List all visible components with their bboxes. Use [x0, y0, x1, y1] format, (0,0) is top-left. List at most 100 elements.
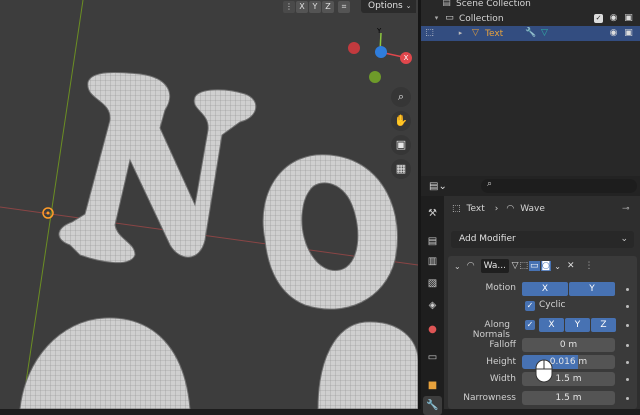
chevron-down-icon: ⌄ [620, 234, 628, 244]
narrowness-label: Narrowness [463, 393, 516, 403]
expand-down-icon[interactable]: ▾ [431, 13, 442, 24]
mirror-icon[interactable]: ⋮ [283, 1, 295, 13]
axis-z-toggle[interactable]: Z [322, 1, 334, 13]
text-object-icon: ⬚ [452, 204, 461, 214]
chevron-right-icon: › [494, 204, 499, 214]
pin-icon[interactable]: ⊸ [622, 204, 630, 214]
mesh-letter-partial-2 [317, 321, 418, 409]
render-tab-icon[interactable]: ▤ [423, 232, 442, 251]
axis-x-toggle[interactable]: X [296, 1, 308, 13]
wrench-icon: 🔧 [525, 28, 537, 38]
height-label: Height [486, 357, 516, 367]
gizmo-y-label[interactable]: Y [377, 27, 381, 35]
camera-icon[interactable]: ▣ [391, 135, 411, 155]
mesh-letter-n [58, 71, 257, 264]
animate-property-icon[interactable] [626, 361, 629, 364]
modifier-tab-icon[interactable]: 🔧 [423, 396, 442, 415]
text-object-label: Text [485, 28, 504, 39]
collection-icon: ▭ [445, 13, 454, 23]
camera-render-icon[interactable]: ▣ [623, 28, 634, 39]
modifier-name-field[interactable]: Wa... [480, 259, 509, 273]
falloff-field[interactable]: 0 m [522, 338, 615, 352]
mesh-letter-o [262, 154, 398, 310]
properties-tabs: ⚒ ▤ ▥ ▧ ◈ ● ▭ ■ 🔧 [421, 196, 444, 415]
add-modifier-dropdown[interactable]: Add Modifier ⌄ [451, 231, 634, 248]
along-normals-checkbox[interactable]: ✓ [525, 320, 535, 330]
outliner-text-object[interactable]: ⬚ ▸ ▽ Text 🔧 ▽ ◉ ▣ [421, 26, 640, 41]
expand-right-icon[interactable]: ▸ [455, 28, 466, 39]
animate-property-icon[interactable] [626, 344, 629, 347]
along-normals-label: Along Normals [472, 320, 510, 340]
viewport-scene [0, 0, 418, 409]
checkbox-icon[interactable]: ✓ [594, 14, 603, 23]
tool-tab-icon[interactable]: ⚒ [423, 204, 442, 223]
text-data-icon: ▽ [541, 28, 548, 38]
close-icon[interactable]: ✕ [567, 261, 575, 271]
mouse-cursor-icon [535, 359, 553, 383]
outliner-collection[interactable]: ▾ ▭ Collection ✓ ◉ ▣ [421, 11, 640, 26]
wave-icon: ◠ [506, 204, 515, 214]
object-tab-icon[interactable]: ■ [423, 376, 442, 395]
3d-viewport[interactable]: ⋮ X Y Z ⌗ Options ⌄ Y X ⌕ ✋ ▣ ▦ [0, 0, 418, 409]
options-dropdown[interactable]: Options ⌄ [361, 0, 416, 13]
motion-x-toggle[interactable]: X [522, 282, 568, 296]
wave-modifier-panel: ⌄ ◠ Wa... ▽ ⬚ ▭ ◙ ⌄ ✕ ⋮ Motion X Y ✓ Cyc… [448, 256, 637, 409]
animate-property-icon[interactable] [626, 288, 629, 291]
wave-icon: ◠ [466, 261, 475, 271]
falloff-label: Falloff [489, 340, 516, 350]
eye-icon[interactable]: ◉ [608, 13, 619, 24]
view-layer-tab-icon[interactable]: ▧ [423, 274, 442, 293]
scene-collection-icon: ▤ [442, 0, 451, 8]
outliner: ▤ Scene Collection ▾ ▭ Collection ✓ ◉ ▣ … [421, 0, 640, 176]
properties-header: ▤⌄ ⌕ [421, 176, 640, 196]
gizmo-x-label[interactable]: X [400, 52, 412, 64]
select-icon[interactable]: ⬚ [424, 28, 435, 39]
width-label: Width [489, 374, 516, 384]
modifier-menu-icon[interactable]: ⌄ [554, 262, 561, 271]
text-object-icon: ▽ [472, 28, 479, 38]
scene-collection-label: Scene Collection [456, 0, 531, 9]
normals-x-toggle[interactable]: X [539, 318, 564, 332]
collection-tab-icon[interactable]: ▭ [423, 348, 442, 367]
search-icon: ⌕ [487, 179, 493, 189]
cyclic-label: Cyclic [539, 300, 566, 310]
modifier-properties: ⬚ Text › ◠ Wave ⊸ Add Modifier ⌄ ⌄ ◠ Wa.… [444, 196, 640, 409]
eye-icon[interactable]: ◉ [608, 28, 619, 39]
motion-label: Motion [485, 283, 516, 293]
editor-type-icon[interactable]: ▤⌄ [429, 181, 447, 192]
breadcrumb: ⬚ Text › ◠ Wave [452, 204, 545, 214]
outliner-scene-collection[interactable]: ▤ Scene Collection [421, 0, 640, 11]
animate-property-icon[interactable] [626, 378, 629, 381]
narrowness-field[interactable]: 1.5 m [522, 391, 615, 405]
drag-handle-icon[interactable]: ⋮ [585, 261, 594, 271]
animate-property-icon[interactable] [626, 305, 629, 308]
viewport-display-icon[interactable]: ▭ [529, 261, 540, 271]
breadcrumb-modifier: Wave [520, 204, 545, 214]
zoom-icon[interactable]: ⌕ [391, 87, 411, 107]
camera-render-icon[interactable]: ▣ [623, 13, 634, 24]
normals-y-toggle[interactable]: Y [565, 318, 590, 332]
modifier-header: ⌄ ◠ Wa... ▽ ⬚ ▭ ◙ ⌄ ✕ ⋮ [448, 256, 637, 276]
motion-y-toggle[interactable]: Y [569, 282, 615, 296]
cyclic-checkbox[interactable]: ✓ [525, 301, 535, 311]
axis-toggle-group: ⋮ X Y Z ⌗ [283, 0, 351, 14]
normals-z-toggle[interactable]: Z [591, 318, 616, 332]
animate-property-icon[interactable] [626, 397, 629, 400]
scene-tab-icon[interactable]: ◈ [423, 296, 442, 315]
mesh-letter-partial-1 [19, 317, 191, 409]
collection-label: Collection [459, 13, 504, 24]
grid-icon[interactable]: ▦ [391, 159, 411, 179]
properties-editor: ▤⌄ ⌕ ⚒ ▤ ▥ ▧ ◈ ● ▭ ■ 🔧 ⬚ Text › ◠ Wave ⊸… [421, 176, 640, 415]
render-display-icon[interactable]: ◙ [540, 261, 552, 271]
axis-y-toggle[interactable]: Y [309, 1, 321, 13]
edit-mode-cage-icon[interactable]: ▽ [512, 261, 519, 271]
world-tab-icon[interactable]: ● [423, 320, 442, 339]
search-input[interactable]: ⌕ [481, 179, 637, 193]
breadcrumb-object: Text [466, 204, 485, 214]
output-tab-icon[interactable]: ▥ [423, 252, 442, 271]
edit-mode-icon[interactable]: ⬚ [519, 261, 528, 271]
pan-hand-icon[interactable]: ✋ [391, 111, 411, 131]
collapse-icon[interactable]: ⌄ [454, 262, 461, 271]
animate-property-icon[interactable] [626, 324, 629, 327]
snap-icon[interactable]: ⌗ [338, 1, 350, 13]
